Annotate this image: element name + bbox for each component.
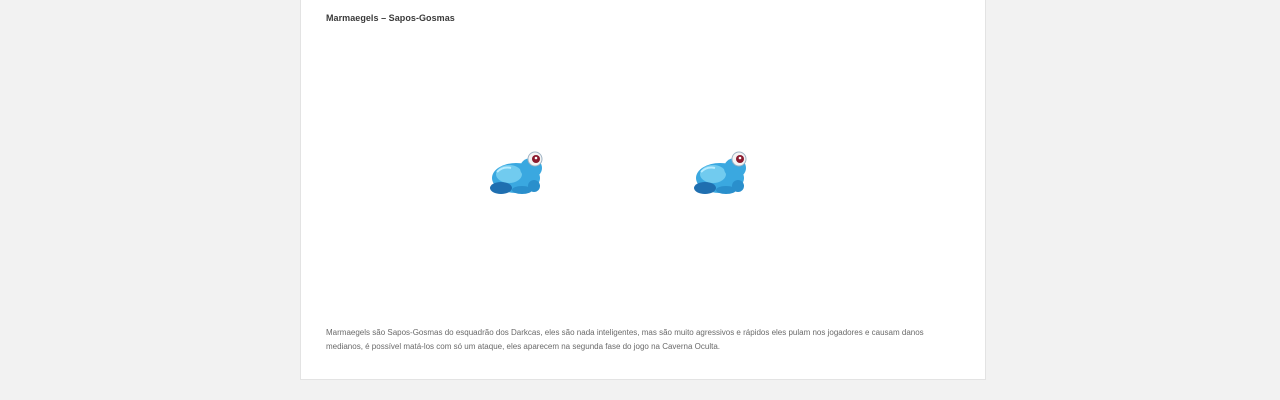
article-card: Marmaegels – Sapos-Gosmas Marmaegels são… bbox=[300, 0, 986, 380]
article-description: Marmaegels são Sapos-Gosmas do esquadrão… bbox=[326, 328, 924, 351]
blue-frog-sprite-icon bbox=[490, 151, 543, 194]
article-title: Marmaegels – Sapos-Gosmas bbox=[326, 13, 455, 23]
blue-frog-sprite-icon bbox=[694, 151, 747, 194]
